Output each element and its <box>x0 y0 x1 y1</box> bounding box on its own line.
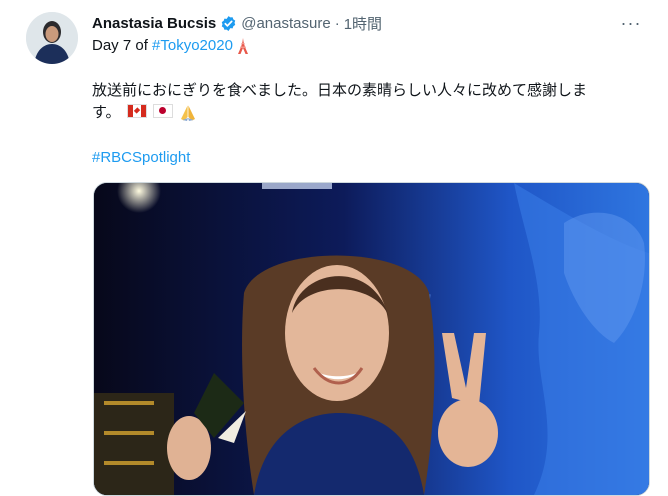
separator-dot: · <box>334 14 340 32</box>
author-name[interactable]: Anastasia Bucsis <box>92 15 216 32</box>
tweet-media-photo[interactable] <box>93 182 650 496</box>
author-avatar[interactable] <box>26 12 78 64</box>
folded-hands-icon <box>179 104 197 122</box>
hashtag-tokyo2020[interactable]: #Tokyo2020 <box>152 37 233 54</box>
tokyo-tower-icon <box>237 37 249 54</box>
tweet-timestamp[interactable]: 1時間 <box>344 13 382 34</box>
canada-flag-icon <box>126 104 147 118</box>
tweet-body: 放送前におにぎりを食べました。日本の素晴らしい人々に改めて感謝しま す。 <box>92 80 648 124</box>
day-text: Day 7 of <box>92 37 153 54</box>
more-icon[interactable]: ··· <box>620 12 642 34</box>
hashtag-rbcspotlight[interactable]: #RBCSpotlight <box>92 149 190 166</box>
photo-image <box>94 183 649 495</box>
verified-badge-icon <box>220 15 237 32</box>
author-handle[interactable]: @anastasure <box>241 15 330 32</box>
tweet-header: Anastasia Bucsis @anastasure · 1時間 <box>92 12 382 34</box>
japan-flag-icon <box>152 104 173 118</box>
body-line-2: す。 <box>92 104 121 121</box>
tweet-line-day: Day 7 of #Tokyo2020 <box>92 37 249 54</box>
body-line-1: 放送前におにぎりを食べました。日本の素晴らしい人々に改めて感謝しま <box>92 82 588 99</box>
avatar-image <box>26 12 78 64</box>
